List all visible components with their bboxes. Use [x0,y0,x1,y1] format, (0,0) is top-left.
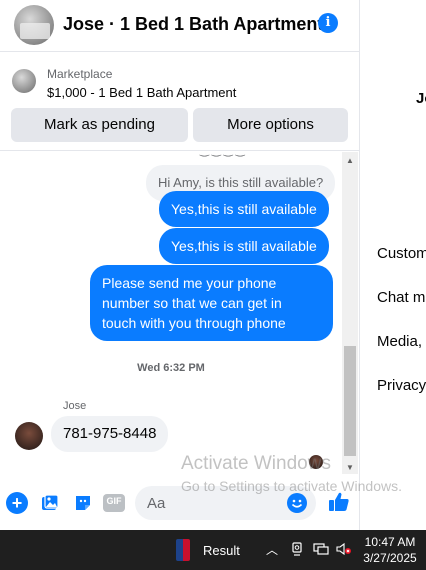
scroll-up-arrow-icon[interactable]: ▲ [342,156,358,165]
message-line: Please send me your phone [102,275,277,291]
network-icon[interactable] [313,542,329,558]
message-line: number so that we can get in [102,295,282,311]
clock-date: 3/27/2025 [363,551,417,565]
sender-name: Jose [63,400,87,412]
conversation-details-pane: Jo Custom Chat m Media, Privacy [361,0,426,530]
activate-windows-subtitle: Go to Settings to activate Windows. [181,478,402,494]
sent-message-bubble[interactable]: Please send me your phone number so that… [90,265,333,341]
received-message-bubble[interactable]: 781-975-8448 [51,416,169,452]
scroll-down-arrow-icon[interactable]: ▼ [342,463,358,472]
listing-title[interactable]: $1,000 - 1 Bed 1 Bath Apartment [47,85,236,100]
sticker-icon[interactable] [72,492,94,514]
clock-time: 10:47 AM [364,535,416,549]
gif-label: GIF [106,496,122,506]
gif-icon[interactable]: GIF [102,492,126,514]
camera-icon[interactable] [290,542,304,558]
sender-avatar[interactable] [15,422,43,450]
windows-taskbar: Result ︿ 10:47 AM 3/27/2025 [0,530,426,570]
marketplace-listing-card: Marketplace $1,000 - 1 Bed 1 Bath Apartm… [0,53,360,151]
scrollbar-thumb[interactable] [344,346,356,456]
info-icon[interactable]: i [318,13,338,33]
emoji-icon[interactable] [287,493,307,513]
contact-avatar[interactable] [14,5,54,45]
sent-message-bubble[interactable]: Yes,this is still available [159,191,329,227]
details-menu-item-privacy[interactable]: Privacy [377,377,426,394]
nba-logo-icon[interactable] [176,539,190,561]
message-line: touch with you through phone [102,315,286,331]
conversation-title[interactable]: Jose · 1 Bed 1 Bath Apartment [63,14,323,35]
more-options-button[interactable]: More options [193,108,348,142]
clipped-message-text: ‿ ‿ ‿ ‿ [200,152,245,157]
message-scrollbar[interactable]: ▲ ▼ [342,152,358,474]
chat-pane: Jose · 1 Bed 1 Bath Apartment i Marketpl… [0,0,360,530]
message-list: ‿ ‿ ‿ ‿ Hi Amy, is this still available?… [0,152,342,480]
screen: Jose · 1 Bed 1 Bath Apartment i Marketpl… [0,0,426,570]
details-contact-name: Jo [416,90,426,107]
activate-windows-watermark: Activate Windows [181,453,331,474]
taskbar-result-label[interactable]: Result [203,543,240,558]
listing-thumbnail[interactable] [12,69,36,93]
message-timestamp: Wed 6:32 PM [137,362,205,374]
volume-muted-icon[interactable] [336,542,351,558]
sent-message-bubble[interactable]: Yes,this is still available [159,228,329,264]
details-menu-item-media[interactable]: Media, [377,333,422,350]
photo-icon[interactable] [39,492,61,514]
listing-source-label: Marketplace [47,67,113,81]
mark-as-pending-button[interactable]: Mark as pending [11,108,188,142]
details-menu-item-customize[interactable]: Custom [377,245,426,262]
plus-icon[interactable]: + [6,492,28,514]
chat-header: Jose · 1 Bed 1 Bath Apartment i [0,0,360,52]
chevron-up-icon[interactable]: ︿ [265,542,279,558]
taskbar-clock[interactable]: 10:47 AM 3/27/2025 [362,534,418,566]
details-menu-item-chat-members[interactable]: Chat m [377,289,425,306]
